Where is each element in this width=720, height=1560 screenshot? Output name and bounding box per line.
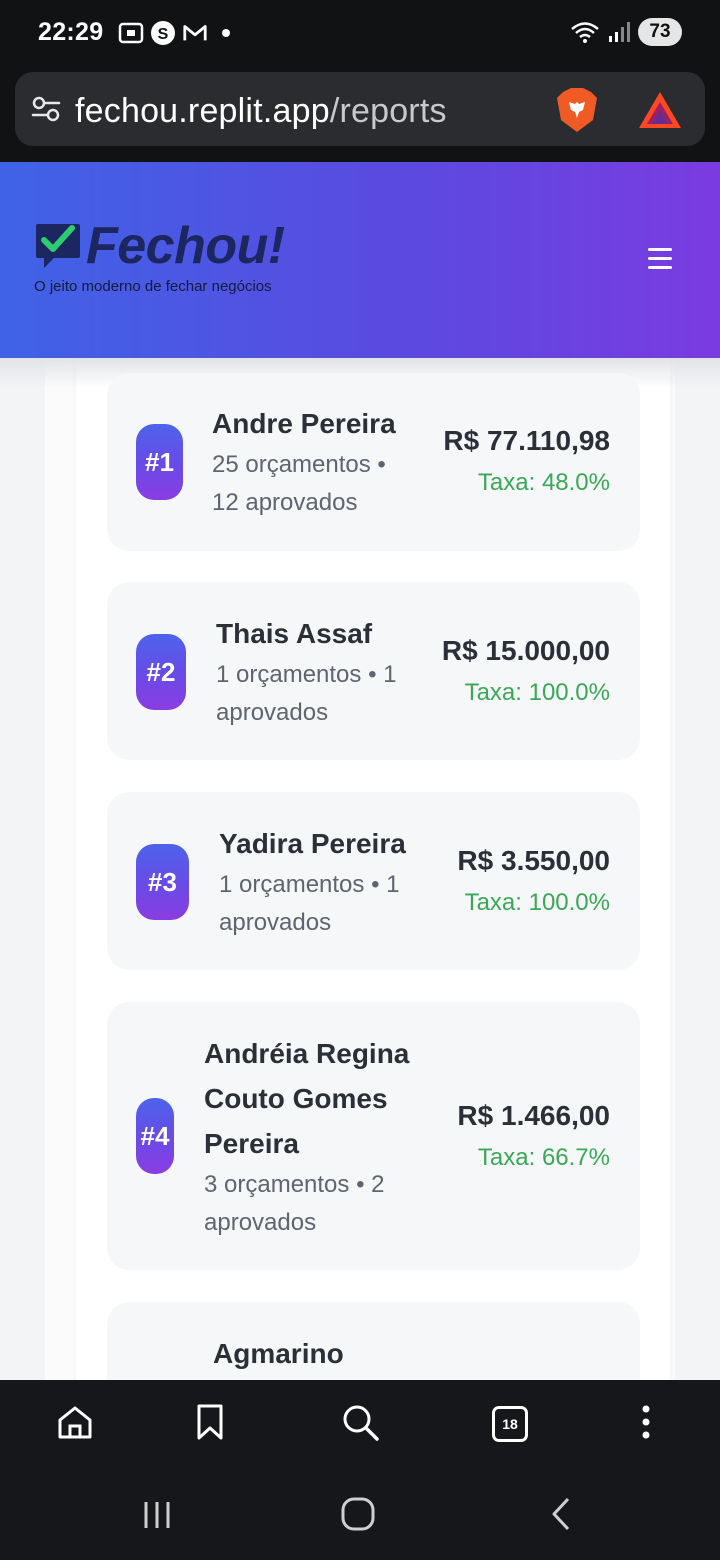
seller-name: Yadira Pereira (219, 828, 406, 859)
notification-icons: S (118, 20, 230, 46)
browser-bottom-bar (0, 1380, 720, 1472)
system-navigation-bar (0, 1472, 720, 1560)
seller-stats: 1 orçamentos • 1 aprovados (216, 661, 397, 726)
recent-apps-button[interactable] (138, 1496, 176, 1534)
back-button[interactable] (542, 1495, 580, 1533)
svg-text:S: S (158, 26, 169, 43)
wifi-icon (571, 22, 599, 43)
s-app-icon: S (150, 20, 176, 46)
seller-name: Andréia Regina Couto Gomes Pereira (204, 1038, 410, 1159)
home-button[interactable] (339, 1495, 377, 1533)
search-icon[interactable] (340, 1402, 380, 1442)
url-text[interactable]: fechou.replit.app/reports (75, 92, 447, 131)
seller-stats: 25 orçamentos • 12 aprovados (212, 451, 386, 516)
signal-icon (609, 22, 630, 42)
ranking-card[interactable]: #2 Thais Assaf 1 orçamentos • 1 aprovado… (107, 582, 640, 760)
seller-stats: 1 orçamentos • 1 aprovados (219, 871, 400, 936)
rank-badge: #3 (136, 844, 189, 920)
chat-check-icon (36, 224, 80, 268)
url-path: /reports (329, 92, 447, 130)
more-notifications-dot (222, 29, 230, 37)
menu-line (648, 248, 672, 251)
reports-content[interactable]: #1 Andre Pereira 25 orçamentos • 12 apro… (0, 358, 720, 1380)
seller-name: Andre Pereira (212, 408, 396, 439)
seller-rate: Taxa: 100.0% (464, 889, 610, 916)
brave-shields-icon[interactable] (555, 86, 599, 134)
rank-badge: #1 (136, 424, 183, 500)
ranking-card[interactable]: #1 Andre Pereira 25 orçamentos • 12 apro… (107, 373, 640, 551)
status-bar: 22:29 S 73 (0, 0, 720, 66)
ranking-card[interactable]: Agmarino (107, 1302, 640, 1380)
screen-record-icon (118, 20, 144, 46)
site-settings-icon[interactable] (31, 94, 61, 124)
seller-name: Agmarino (213, 1338, 344, 1369)
tagline: O jeito moderno de fechar negócios (34, 278, 272, 295)
url-host: fechou.replit.app (75, 92, 330, 130)
brave-rewards-icon[interactable] (637, 90, 683, 130)
rank-badge: #2 (136, 634, 186, 710)
seller-amount: R$ 77.110,98 (443, 425, 610, 456)
more-options-icon[interactable] (626, 1402, 666, 1442)
browser-toolbar: fechou.replit.app/reports (0, 66, 720, 162)
ranking-card[interactable]: #3 Yadira Pereira 1 orçamentos • 1 aprov… (107, 792, 640, 970)
menu-line (648, 257, 672, 260)
app-header: Fechou! O jeito moderno de fechar negóci… (0, 162, 720, 358)
bookmark-icon[interactable] (190, 1402, 230, 1442)
logo-text: Fechou! (86, 217, 285, 275)
seller-rate: Taxa: 48.0% (477, 469, 610, 496)
hamburger-menu-button[interactable] (648, 248, 674, 270)
rank-badge: #4 (136, 1098, 174, 1174)
seller-stats: 3 orçamentos • 2 aprovados (204, 1171, 385, 1236)
address-bar[interactable]: fechou.replit.app/reports (15, 72, 705, 146)
status-time: 22:29 (38, 18, 104, 46)
seller-name: Thais Assaf (216, 618, 373, 649)
seller-rate: Taxa: 66.7% (477, 1144, 610, 1171)
seller-amount: R$ 15.000,00 (441, 635, 610, 666)
tab-switcher-button[interactable]: 18 (492, 1406, 528, 1442)
battery-indicator: 73 (638, 18, 682, 46)
home-icon[interactable] (55, 1402, 95, 1442)
seller-rate: Taxa: 100.0% (464, 679, 610, 706)
ranking-card[interactable]: #4 Andréia Regina Couto Gomes Pereira 3 … (107, 1002, 640, 1270)
system-status-icons: 73 (570, 18, 682, 46)
menu-line (648, 266, 672, 269)
seller-amount: R$ 3.550,00 (457, 845, 610, 876)
gmail-icon (182, 20, 208, 46)
seller-amount: R$ 1.466,00 (457, 1100, 610, 1131)
